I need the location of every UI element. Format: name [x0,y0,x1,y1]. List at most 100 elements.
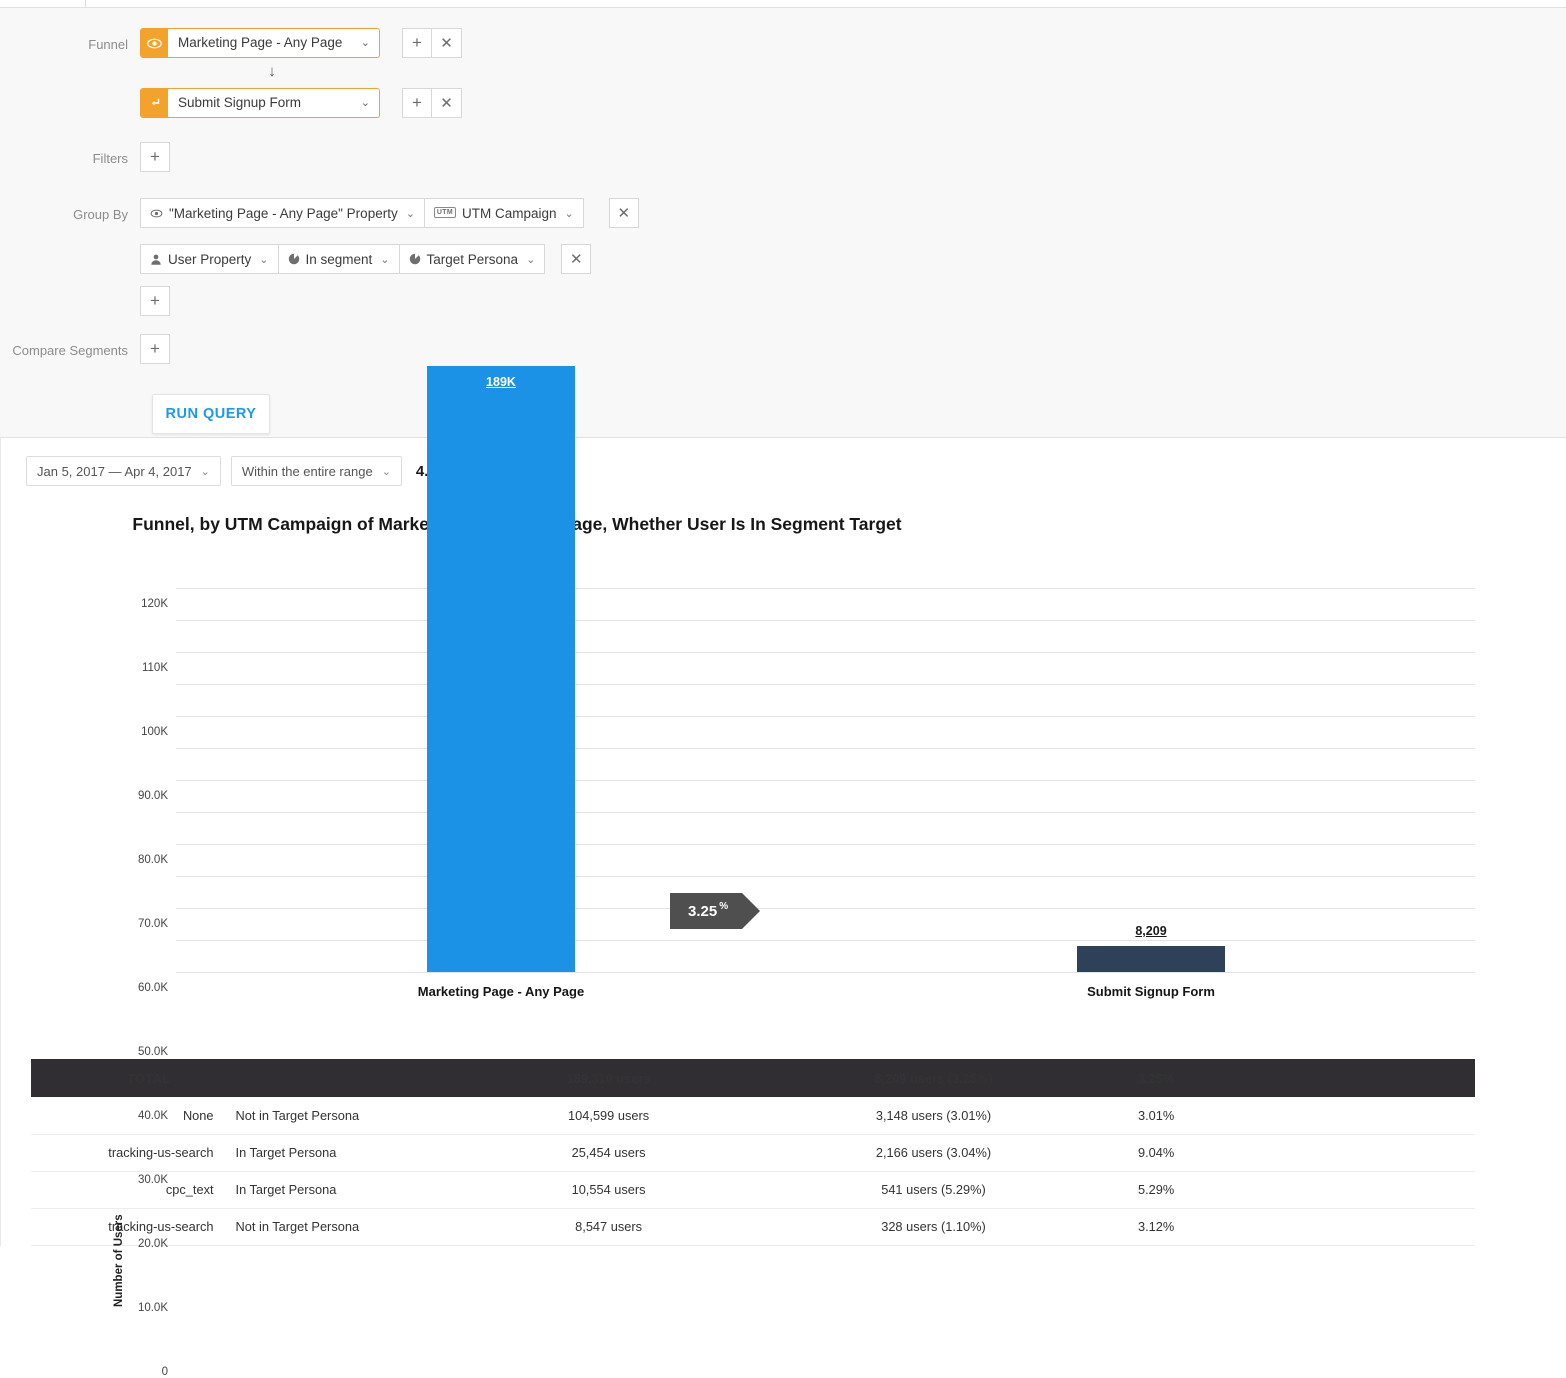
table-cell: 104,599 users [568,1107,650,1123]
y-axis-tick: 100K [141,726,168,738]
funnel-step-1-label: Marketing Page - Any Page [178,35,343,50]
remove-group-by-2-button[interactable]: ✕ [561,244,592,274]
funnel-row-1: Funnel Marketing Page - Any Page ⌄ + ✕ [0,28,1566,62]
chart-plot-area: 0 10.0K 20.0K 30.0K 40.0K 50.0K 60.0K 70.0K 80.0… [138,366,1475,1378]
chart-gridline: 110K [142,620,1475,674]
date-range-select[interactable]: Jan 5, 2017 — Apr 4, 2017 ⌄ [26,456,221,486]
segment-icon [288,253,300,265]
funnel-step-arrow-icon: ↓ [268,63,276,80]
table-row[interactable]: tracking-us-search Not in Target Persona 8… [31,1208,1475,1245]
funnel-breakdown-table: Marketing Page - Any PageSubmit Signup F… [31,1022,1475,1246]
group-by-chip-set-1: "Marketing Page - Any Page" Property ⌄ U… [140,198,584,228]
table-row[interactable]: cpc_text In Target Persona 10,554 users 541… [31,1171,1475,1208]
y-axis-tick: 110K [141,662,168,674]
conversion-window-label: Within the entire range [241,463,373,479]
conversion-badge: 3.25% [670,893,761,929]
chart-gridline: 10.0K [138,940,1475,1314]
table-row[interactable]: tracking-us-search In Target Persona 25,45… [31,1134,1475,1171]
table-cell: 8,209 users (3.25%) [874,1070,993,1086]
remove-funnel-step-1-button[interactable]: ✕ [432,28,462,58]
chart-gridline: 20.0K [138,908,1475,1250]
group-by-row-1: Group By "Marketing Page - Any Page" Pro… [0,198,1566,232]
table-cell: TOTAL [127,1070,171,1086]
compare-segments-row: Compare Segments + [0,334,1566,368]
funnel-step-1-select[interactable]: Marketing Page - Any Page ⌄ [140,28,380,58]
y-axis-tick: 40.0K [137,1110,168,1122]
eye-icon [150,207,163,220]
y-axis-tick: 90.0K [137,790,168,802]
group-by-row-2: User Property ⌄ In segment ⌄ Target Pers… [0,244,1566,274]
utm-badge-icon: UTM [433,206,456,218]
group-by-user-property-select[interactable]: User Property ⌄ [140,244,279,274]
add-funnel-step-1-button[interactable]: + [402,28,432,58]
chart-gridline: 80.0K [138,716,1475,866]
table-cell: 10,554 users [571,1182,646,1197]
chevron-down-icon: ⌄ [381,465,391,478]
table-cell: 9.04% [1137,1145,1175,1160]
remove-group-by-1-button[interactable]: ✕ [608,198,639,228]
conversion-badge-value: 3.25 [688,902,718,920]
funnel-chart: Number of Users 0 10.0K 20.0K 30.0K 40.0K 50.… [1,366,1566,1378]
chart-bar[interactable]: 8,209 [1077,924,1225,972]
group-by-in-segment-select[interactable]: In segment ⌄ [278,244,400,274]
table-cell: 2,166 users (3.04%) [875,1145,992,1160]
table-cell: None [182,1107,214,1123]
add-group-by-row: + [0,286,1566,316]
group-by-target-persona-label: Target Persona [426,251,519,267]
user-icon [150,253,162,266]
group-by-utm-campaign-label: UTM Campaign [461,205,557,221]
table-cell: In Target Persona [235,1145,337,1160]
top-strip-divider [85,0,86,7]
funnel-row-2: Submit Signup Form ⌄ + ✕ [0,88,1566,118]
group-by-property-label: "Marketing Page - Any Page" Property [169,205,398,221]
y-axis-tick: 70.0K [137,918,168,930]
segment-icon [409,253,421,265]
funnel-label: Funnel [88,37,128,52]
add-funnel-step-2-button[interactable]: + [402,88,432,118]
chart-gridline: 120K [141,588,1475,610]
table-cell: 5.29% [1137,1182,1175,1197]
add-filter-button[interactable]: + [140,142,170,172]
table-cell: 3.12% [1137,1219,1175,1234]
y-axis-tick: 60.0K [137,982,168,994]
chart-gridline: 30.0K [138,876,1475,1186]
chart-gridline: 50.0K [138,812,1475,1058]
chevron-down-icon: ⌄ [360,97,370,109]
chevron-down-icon: ⌄ [259,253,269,266]
table-cell: Not in Target Persona [235,1219,360,1234]
funnel-step-2-label: Submit Signup Form [178,95,302,110]
group-by-user-property-label: User Property [168,251,252,267]
table-cell: 3,148 users (3.01%) [875,1107,992,1123]
remove-funnel-step-2-button[interactable]: ✕ [432,88,462,118]
group-by-property-select[interactable]: "Marketing Page - Any Page" Property ⌄ [140,198,425,228]
run-query-button[interactable]: RUN QUERY [152,394,270,434]
table-cell: cpc_text [165,1182,214,1197]
table-row[interactable]: None Not in Target Persona 104,599 users 3,… [31,1097,1475,1134]
table-cell: tracking-us-search [108,1145,214,1160]
y-axis-tick: 120K [141,598,168,610]
y-axis-tick: 20.0K [137,1238,168,1250]
chevron-down-icon: ⌄ [564,207,574,220]
group-by-label: Group By [73,207,128,222]
chevron-down-icon: ⌄ [360,37,370,49]
results-toolbar: Jan 5, 2017 — Apr 4, 2017 ⌄ Within the e… [1,438,1566,486]
group-by-utm-campaign-select[interactable]: UTM UTM Campaign ⌄ [424,198,584,228]
group-by-in-segment-label: In segment [305,251,373,267]
date-range-label: Jan 5, 2017 — Apr 4, 2017 [37,463,192,479]
conversion-window-select[interactable]: Within the entire range ⌄ [230,456,402,486]
funnel-step-2-select[interactable]: Submit Signup Form ⌄ [140,88,380,118]
bar-value-label: 189K [486,375,516,390]
chevron-down-icon: ⌄ [200,465,210,478]
chart-gridline: 100K [141,652,1475,738]
group-by-target-persona-select[interactable]: Target Persona ⌄ [399,244,546,274]
table-total-row: TOTAL 189,310 users 8,209 users (3.25%) 3.2… [31,1059,1475,1097]
add-group-by-button[interactable]: + [140,286,170,316]
y-axis-tick: 50.0K [137,1046,168,1058]
table-cell: Not in Target Persona [235,1107,360,1123]
event-arrow-icon [141,89,168,117]
table-cell: 25,454 users [571,1145,646,1160]
add-compare-segment-button[interactable]: + [140,334,170,364]
table-cell: 3.01% [1137,1107,1175,1123]
chart-bar[interactable]: 189K [427,366,575,972]
results-panel: Jan 5, 2017 — Apr 4, 2017 ⌄ Within the e… [0,366,1566,1378]
